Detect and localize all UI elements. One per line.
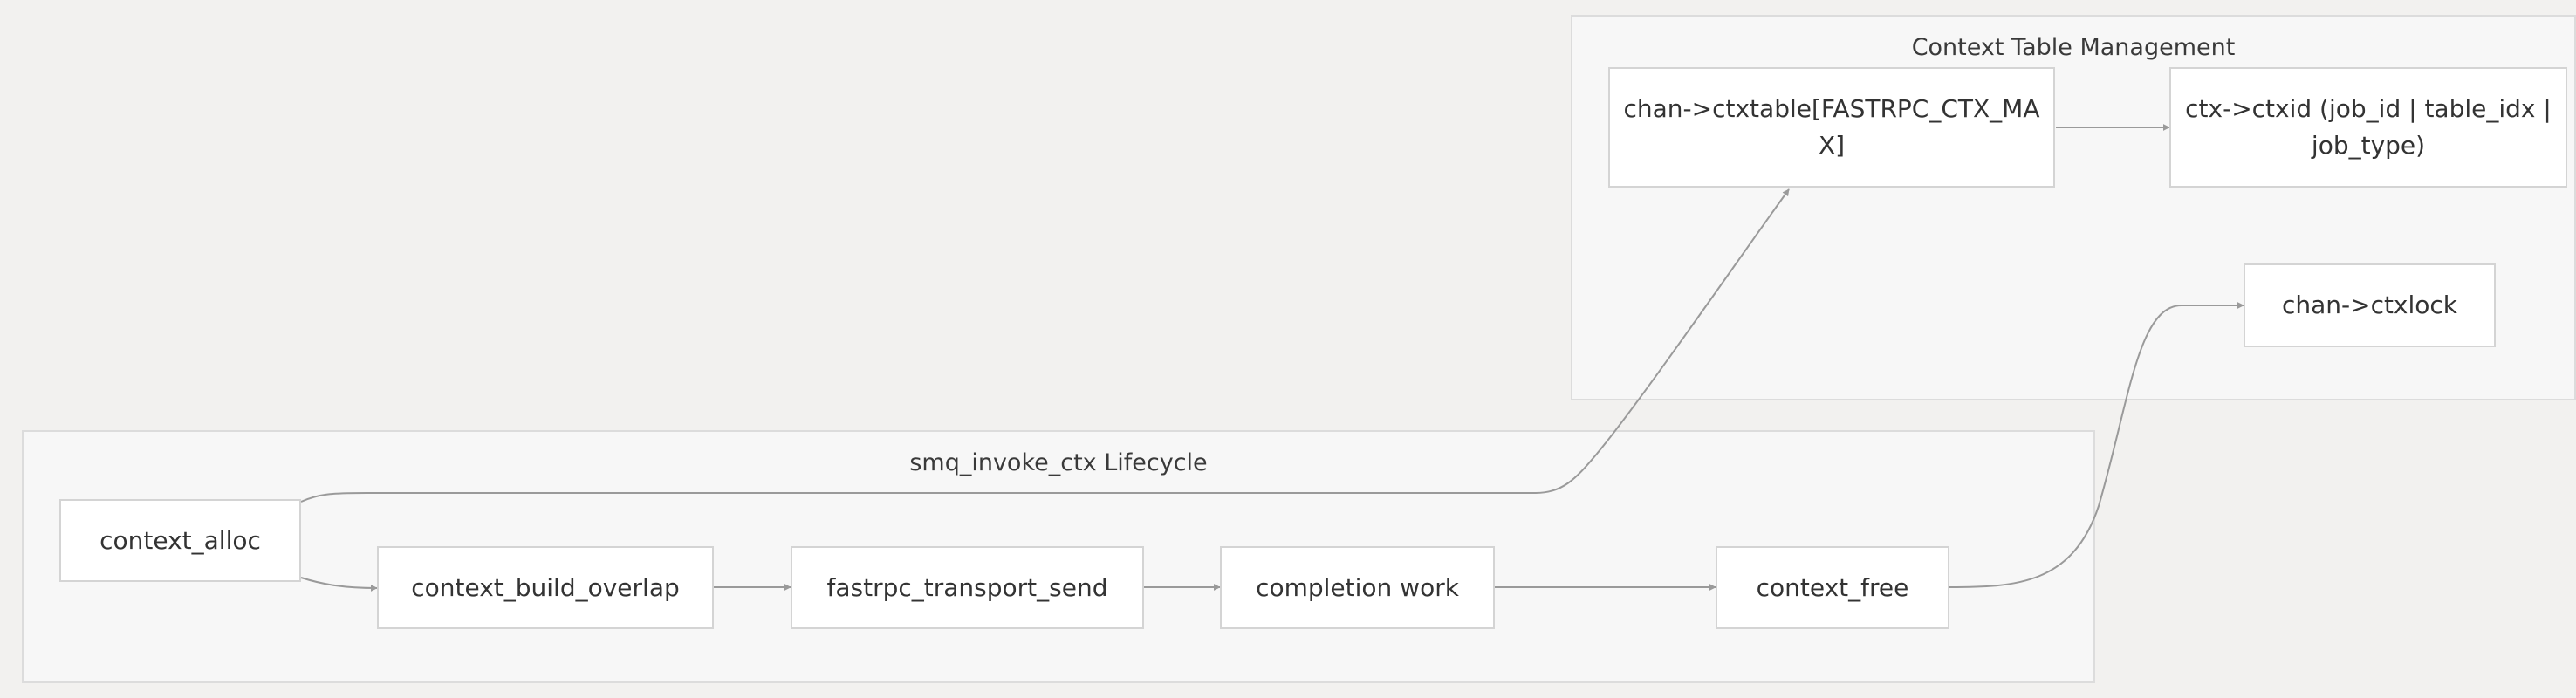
node-context-alloc: context_alloc xyxy=(59,499,301,582)
edge-alloc-to-build-overlap xyxy=(300,577,378,592)
node-ctxid: ctx->ctxid (job_id | table_idx | job_typ… xyxy=(2169,67,2567,188)
node-context-free: context_free xyxy=(1716,546,1949,629)
node-ctxtable: chan->ctxtable[FASTRPC_CTX_MAX] xyxy=(1608,67,2055,188)
node-fastrpc-transport-send: fastrpc_transport_send xyxy=(791,546,1144,629)
node-ctxlock: chan->ctxlock xyxy=(2244,263,2496,347)
edge-context-free-to-ctxlock xyxy=(1949,302,2244,588)
node-completion-work: completion work xyxy=(1220,546,1495,629)
node-context-build-overlap: context_build_overlap xyxy=(377,546,714,629)
edge-alloc-to-ctxtable xyxy=(300,188,1790,503)
